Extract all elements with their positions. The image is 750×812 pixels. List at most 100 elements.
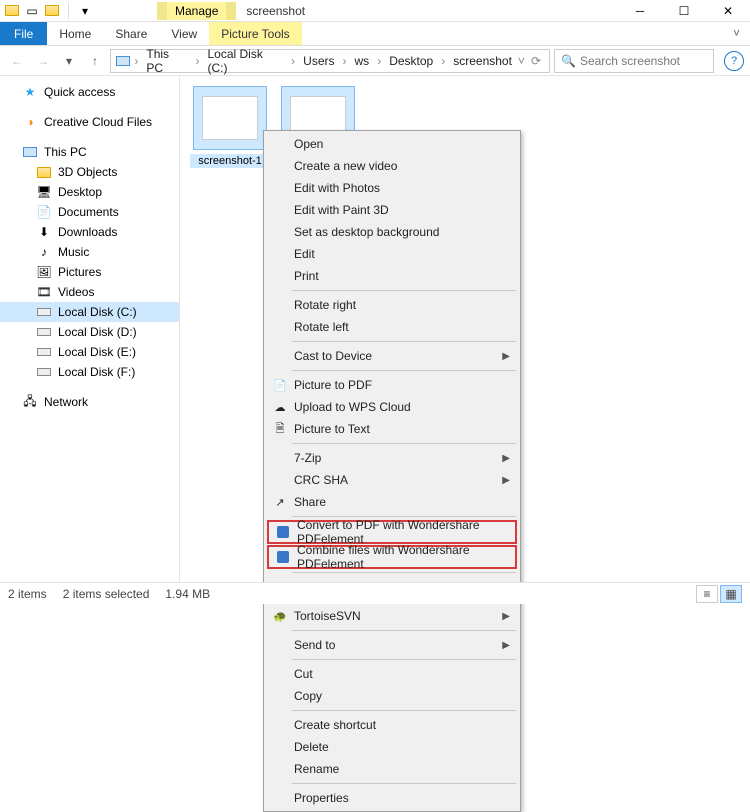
ctx-cast-to-device[interactable]: Cast to Device▶ bbox=[266, 345, 518, 367]
breadcrumb-segment[interactable]: ws bbox=[351, 52, 374, 70]
help-button[interactable]: ? bbox=[724, 51, 744, 71]
status-item-count: 2 items bbox=[8, 587, 47, 601]
ctx-cut[interactable]: Cut bbox=[266, 663, 518, 685]
sidebar-item-local-disk-f[interactable]: Local Disk (F:) bbox=[0, 362, 179, 382]
ctx-properties[interactable]: Properties bbox=[266, 787, 518, 809]
highlighted-option: Combine files with Wondershare PDFelemen… bbox=[267, 545, 517, 569]
ribbon-tabs: File Home Share View Picture Tools ˅ bbox=[0, 22, 750, 46]
maximize-button[interactable]: ☐ bbox=[662, 0, 706, 22]
ctx-combine-files-pdf[interactable]: Combine files with Wondershare PDFelemen… bbox=[269, 547, 515, 567]
ctx-edit[interactable]: Edit bbox=[266, 243, 518, 265]
back-button[interactable]: ← bbox=[6, 50, 28, 72]
collapse-ribbon-icon[interactable]: ˅ bbox=[723, 22, 750, 45]
ctx-tortoisesvn[interactable]: 🐢TortoiseSVN▶ bbox=[266, 605, 518, 627]
sidebar-item-creative-cloud[interactable]: ◑Creative Cloud Files bbox=[0, 112, 179, 132]
thumbnails-view-button[interactable]: ▦ bbox=[720, 585, 742, 603]
text-icon: 🗎 bbox=[272, 421, 288, 437]
file-tab[interactable]: File bbox=[0, 22, 47, 45]
ctx-edit-paint3d[interactable]: Edit with Paint 3D bbox=[266, 199, 518, 221]
drive-icon bbox=[36, 324, 52, 340]
ctx-set-background[interactable]: Set as desktop background bbox=[266, 221, 518, 243]
separator bbox=[292, 572, 516, 573]
new-folder-qat-icon[interactable] bbox=[44, 3, 60, 19]
ctx-convert-to-pdf[interactable]: Convert to PDF with Wondershare PDFeleme… bbox=[269, 522, 515, 542]
refresh-button[interactable]: ⟳ bbox=[527, 54, 545, 68]
ctx-rename[interactable]: Rename bbox=[266, 758, 518, 780]
monitor-icon bbox=[22, 144, 38, 160]
tortoisesvn-icon: 🐢 bbox=[272, 608, 288, 624]
sidebar-item-network[interactable]: 🖧Network bbox=[0, 392, 179, 412]
breadcrumb-segment[interactable]: This PC bbox=[142, 45, 191, 77]
sidebar-item-music[interactable]: ♪Music bbox=[0, 242, 179, 262]
highlighted-option: Convert to PDF with Wondershare PDFeleme… bbox=[267, 520, 517, 544]
sidebar-item-local-disk-e[interactable]: Local Disk (E:) bbox=[0, 342, 179, 362]
sidebar-item-desktop[interactable]: 🖥Desktop bbox=[0, 182, 179, 202]
view-tab[interactable]: View bbox=[159, 22, 209, 45]
context-menu: Open Create a new video Edit with Photos… bbox=[263, 130, 521, 812]
sidebar-item-3d-objects[interactable]: 3D Objects bbox=[0, 162, 179, 182]
ctx-7zip[interactable]: 7-Zip▶ bbox=[266, 447, 518, 469]
sidebar-item-quick-access[interactable]: ★Quick access bbox=[0, 82, 179, 102]
ctx-edit-photos[interactable]: Edit with Photos bbox=[266, 177, 518, 199]
ctx-picture-to-text[interactable]: 🗎Picture to Text bbox=[266, 418, 518, 440]
separator bbox=[292, 516, 516, 517]
address-dropdown-icon[interactable]: ˅ bbox=[518, 54, 525, 68]
recent-locations-button[interactable]: ▾ bbox=[58, 50, 80, 72]
close-button[interactable]: ✕ bbox=[706, 0, 750, 22]
breadcrumb-segment[interactable]: Local Disk (C:) bbox=[203, 45, 287, 77]
separator bbox=[68, 3, 69, 19]
pdfelement-icon bbox=[275, 524, 291, 540]
sidebar-item-local-disk-c[interactable]: Local Disk (C:) bbox=[0, 302, 179, 322]
sidebar-item-pictures[interactable]: 🖼Pictures bbox=[0, 262, 179, 282]
ctx-rotate-left[interactable]: Rotate left bbox=[266, 316, 518, 338]
breadcrumb-segment[interactable]: Desktop bbox=[385, 52, 437, 70]
details-view-button[interactable]: ≡ bbox=[696, 585, 718, 603]
address-bar[interactable]: › This PC› Local Disk (C:)› Users› ws› D… bbox=[110, 49, 550, 73]
chevron-right-icon: ▶ bbox=[502, 640, 510, 651]
ctx-rotate-right[interactable]: Rotate right bbox=[266, 294, 518, 316]
ctx-delete[interactable]: Delete bbox=[266, 736, 518, 758]
ctx-upload-wps-cloud[interactable]: ☁Upload to WPS Cloud bbox=[266, 396, 518, 418]
search-icon: 🔍 bbox=[561, 54, 576, 68]
separator bbox=[292, 370, 516, 371]
ctx-create-shortcut[interactable]: Create shortcut bbox=[266, 714, 518, 736]
ctx-share[interactable]: ↗Share bbox=[266, 491, 518, 513]
chevron-right-icon: ▶ bbox=[502, 475, 510, 486]
ctx-open[interactable]: Open bbox=[266, 133, 518, 155]
navigation-pane: ★Quick access ◑Creative Cloud Files This… bbox=[0, 76, 180, 582]
sidebar-item-downloads[interactable]: ⬇Downloads bbox=[0, 222, 179, 242]
search-input[interactable]: 🔍 Search screenshot bbox=[554, 49, 714, 73]
file-item[interactable]: screenshot-1 bbox=[190, 86, 270, 168]
ctx-crc-sha[interactable]: CRC SHA▶ bbox=[266, 469, 518, 491]
status-bar: 2 items 2 items selected 1.94 MB ≡ ▦ bbox=[0, 582, 750, 604]
ctx-copy[interactable]: Copy bbox=[266, 685, 518, 707]
ctx-send-to[interactable]: Send to▶ bbox=[266, 634, 518, 656]
minimize-button[interactable]: ─ bbox=[618, 0, 662, 22]
chevron-right-icon: ▶ bbox=[502, 611, 510, 622]
music-icon: ♪ bbox=[36, 244, 52, 260]
qat-dropdown-icon[interactable]: ▾ bbox=[77, 3, 93, 19]
separator bbox=[292, 290, 516, 291]
sidebar-item-local-disk-d[interactable]: Local Disk (D:) bbox=[0, 322, 179, 342]
home-tab[interactable]: Home bbox=[47, 22, 103, 45]
ctx-create-new-video[interactable]: Create a new video bbox=[266, 155, 518, 177]
sidebar-item-documents[interactable]: 📄Documents bbox=[0, 202, 179, 222]
file-name: screenshot-1 bbox=[190, 154, 270, 168]
breadcrumb-segment[interactable]: screenshot bbox=[449, 52, 516, 70]
ctx-print[interactable]: Print bbox=[266, 265, 518, 287]
forward-button[interactable]: → bbox=[32, 50, 54, 72]
share-tab[interactable]: Share bbox=[103, 22, 159, 45]
navigation-bar: ← → ▾ ↑ › This PC› Local Disk (C:)› User… bbox=[0, 46, 750, 76]
window-title: screenshot bbox=[246, 4, 305, 18]
sidebar-item-videos[interactable]: 🎞Videos bbox=[0, 282, 179, 302]
breadcrumb-segment[interactable]: Users bbox=[299, 52, 338, 70]
quick-access-toolbar: ▭ ▾ bbox=[0, 3, 97, 19]
properties-qat-icon[interactable]: ▭ bbox=[24, 3, 40, 19]
ctx-picture-to-pdf[interactable]: 📄Picture to PDF bbox=[266, 374, 518, 396]
pdfelement-icon bbox=[275, 549, 291, 565]
up-button[interactable]: ↑ bbox=[84, 50, 106, 72]
sidebar-item-this-pc[interactable]: This PC bbox=[0, 142, 179, 162]
desktop-icon: 🖥 bbox=[36, 184, 52, 200]
picture-tools-tab[interactable]: Picture Tools bbox=[209, 22, 301, 45]
folder-icon bbox=[4, 3, 20, 19]
